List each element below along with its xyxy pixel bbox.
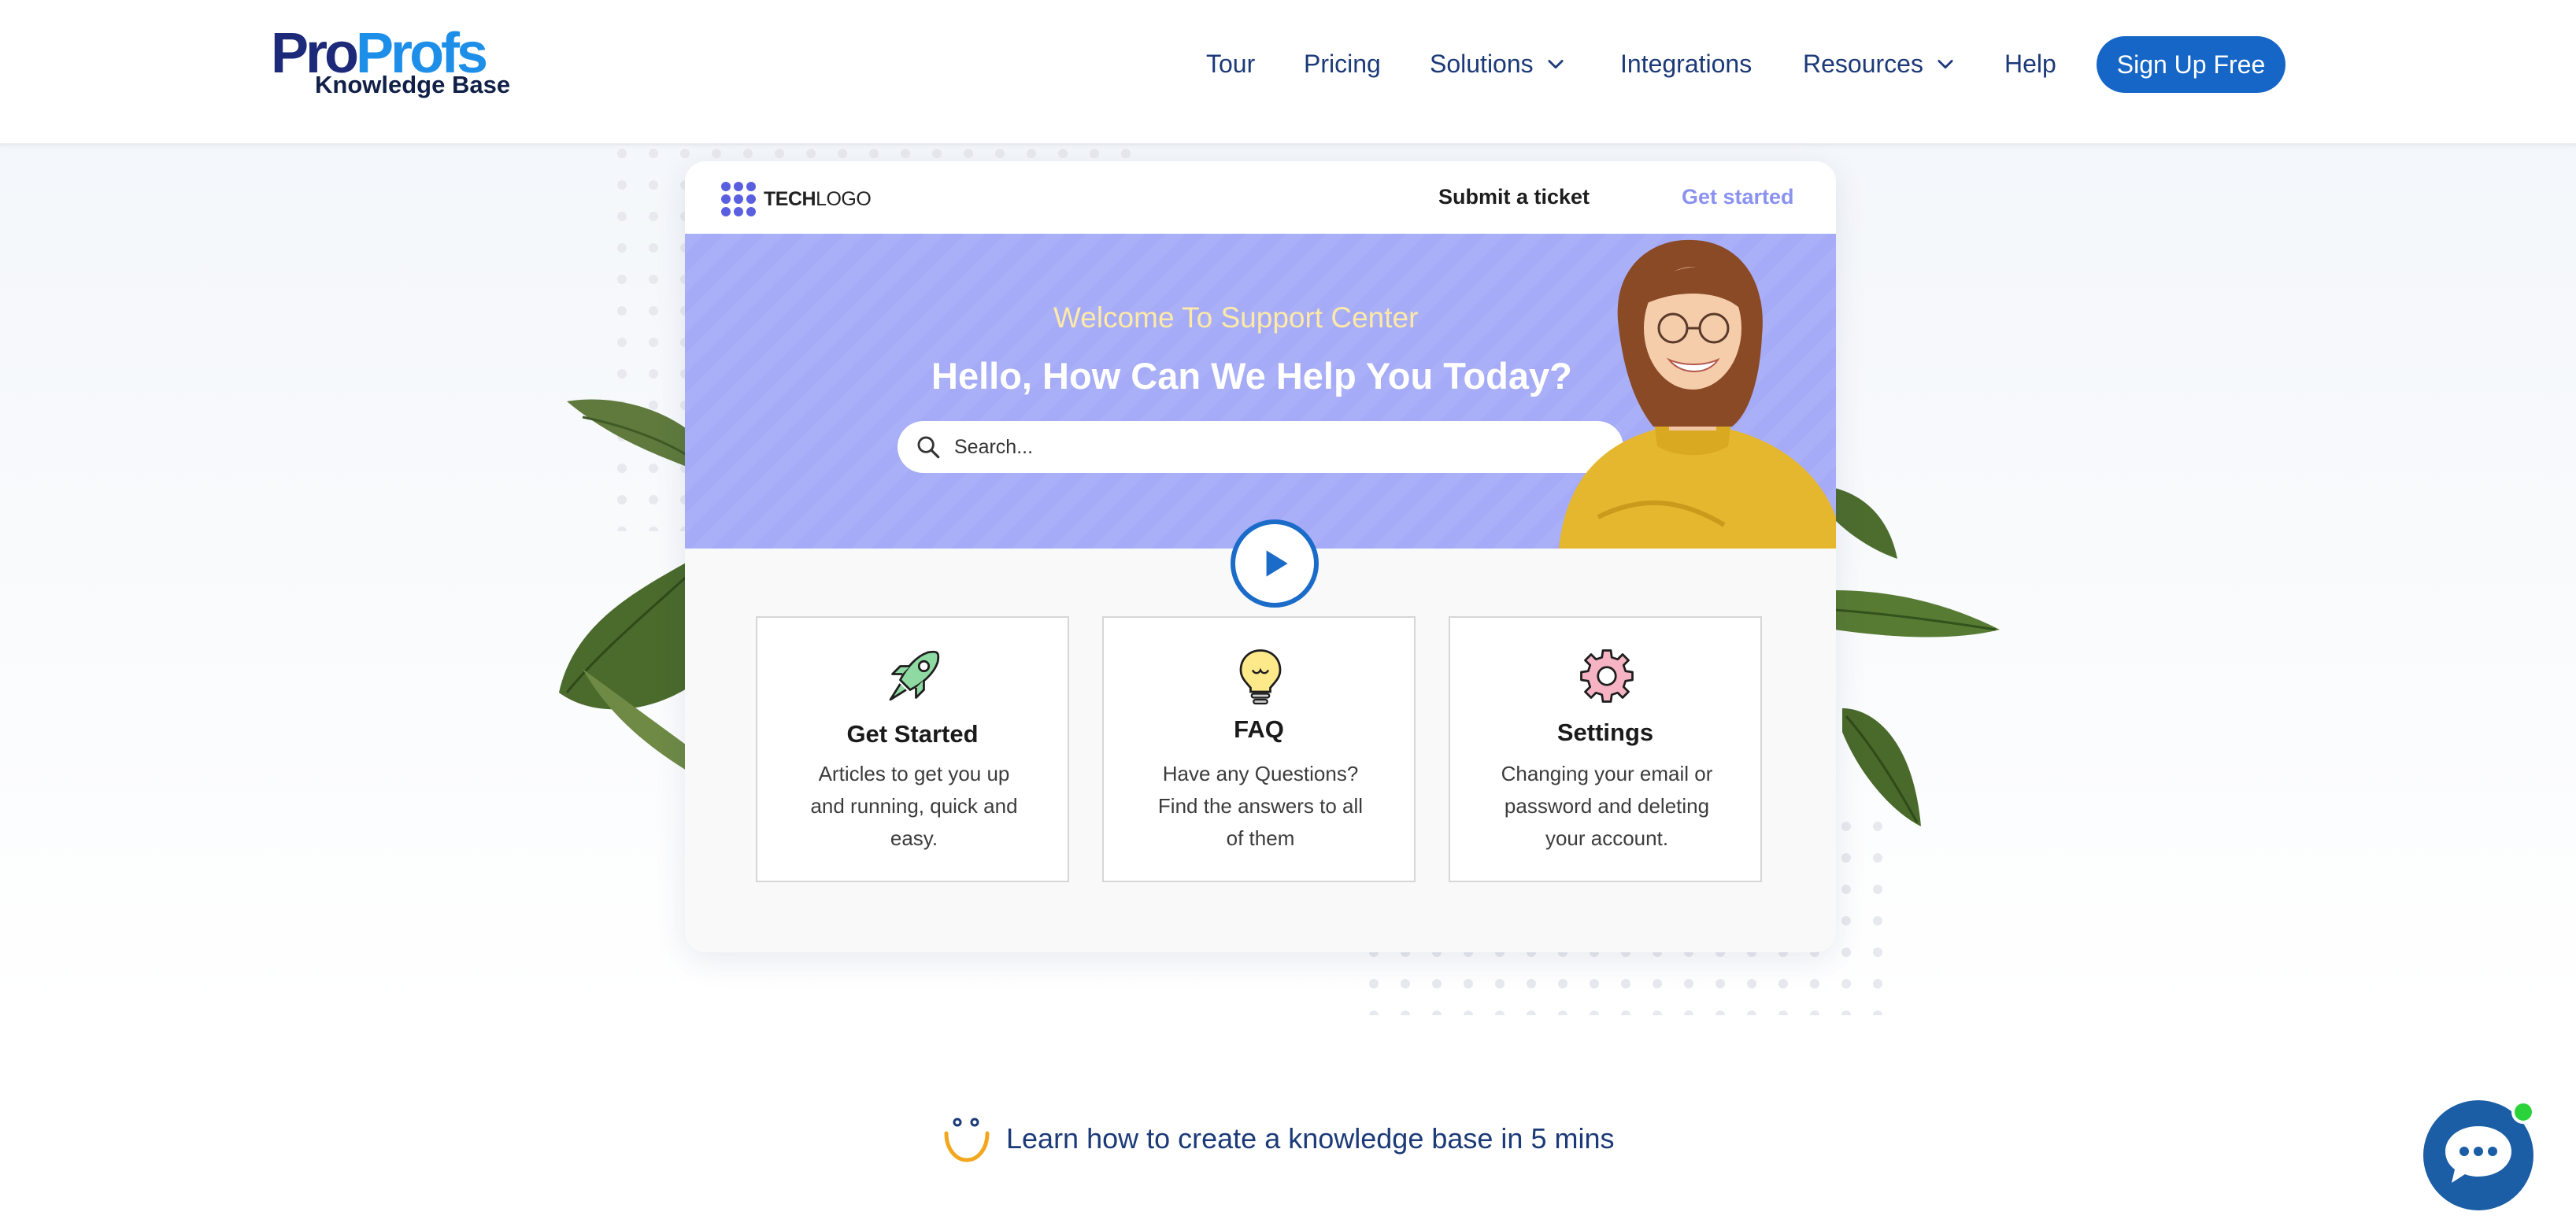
- feature-description: Changing your email or password and dele…: [1501, 762, 1713, 850]
- feature-title: FAQ: [1234, 715, 1284, 743]
- proprofs-logo[interactable]: ProProfs Knowledge Base: [271, 24, 510, 102]
- get-started-link[interactable]: Get started: [1682, 185, 1794, 209]
- feature-card-settings[interactable]: Settings Changing your email or password…: [1449, 616, 1762, 882]
- search-icon: [917, 436, 940, 459]
- chat-bubble-icon: [2445, 1126, 2511, 1183]
- nav-label: Help: [2004, 49, 2056, 78]
- techlogo-dots-icon: [721, 182, 756, 216]
- plant-leaves-left: [559, 399, 701, 779]
- logo-subtitle: Knowledge Base: [315, 71, 511, 98]
- submit-ticket-link[interactable]: Submit a ticket: [1438, 185, 1590, 209]
- sign-up-free-button[interactable]: Sign Up Free: [2097, 36, 2285, 93]
- learn-how-text: Learn how to create a knowledge base in …: [1006, 1122, 1615, 1155]
- nav-label: Tour: [1206, 49, 1256, 78]
- knowledge-base-preview[interactable]: TECHLOGO Submit a ticket Get started Wel…: [685, 161, 1836, 952]
- feature-title: Settings: [1556, 719, 1654, 746]
- rocket-icon: [889, 650, 940, 701]
- nav-resources[interactable]: Resources: [1803, 35, 1956, 93]
- techlogo-text: TECHLOGO: [764, 187, 872, 210]
- feature-description: Articles to get you up and running, quic…: [810, 762, 1018, 850]
- feature-title: Get Started: [846, 720, 979, 748]
- techlogo: TECHLOGO: [721, 182, 872, 216]
- nav-label: Integrations: [1620, 49, 1752, 78]
- support-search-input[interactable]: Search...: [898, 421, 1623, 473]
- welcome-title: Hello, How Can We Help You Today?: [931, 355, 1572, 397]
- search-placeholder: Search...: [954, 435, 1034, 458]
- nav-help[interactable]: Help: [2004, 35, 2056, 93]
- plant-leaves-right: [1834, 488, 2000, 826]
- learn-how-link[interactable]: Learn how to create a knowledge base in …: [940, 1113, 1614, 1165]
- lightbulb-icon: [1239, 649, 1282, 705]
- chevron-down-icon: [1938, 60, 1953, 69]
- online-status-indicator: [2511, 1100, 2535, 1124]
- support-banner: Welcome To Support Center Hello, How Can…: [685, 234, 1836, 549]
- nav-label: Resources: [1803, 49, 1923, 78]
- support-agent-photo: [1559, 239, 1836, 549]
- nav-label: Solutions: [1430, 49, 1534, 78]
- welcome-subtitle: Welcome To Support Center: [1053, 301, 1419, 334]
- nav-solutions[interactable]: Solutions: [1430, 35, 1567, 93]
- play-icon: [1266, 550, 1288, 577]
- play-video-button[interactable]: [1231, 519, 1319, 608]
- chevron-down-icon: [1548, 60, 1564, 69]
- nav-integrations[interactable]: Integrations: [1620, 35, 1752, 93]
- nav-pricing[interactable]: Pricing: [1304, 35, 1381, 93]
- feature-description: Have any Questions? Find the answers to …: [1157, 762, 1364, 850]
- nav-tour[interactable]: Tour: [1206, 35, 1255, 93]
- gear-icon: [1580, 649, 1634, 703]
- preview-topbar: TECHLOGO Submit a ticket Get started: [685, 161, 1836, 234]
- feature-card-faq[interactable]: FAQ Have any Questions? Find the answers…: [1102, 616, 1416, 882]
- nav-label: Pricing: [1304, 49, 1381, 78]
- feature-card-get-started[interactable]: Get Started Articles to get you up and r…: [756, 616, 1069, 882]
- smile-icon: [944, 1118, 990, 1162]
- site-header: ProProfs Knowledge Base Tour Pricing Sol…: [0, 0, 2576, 146]
